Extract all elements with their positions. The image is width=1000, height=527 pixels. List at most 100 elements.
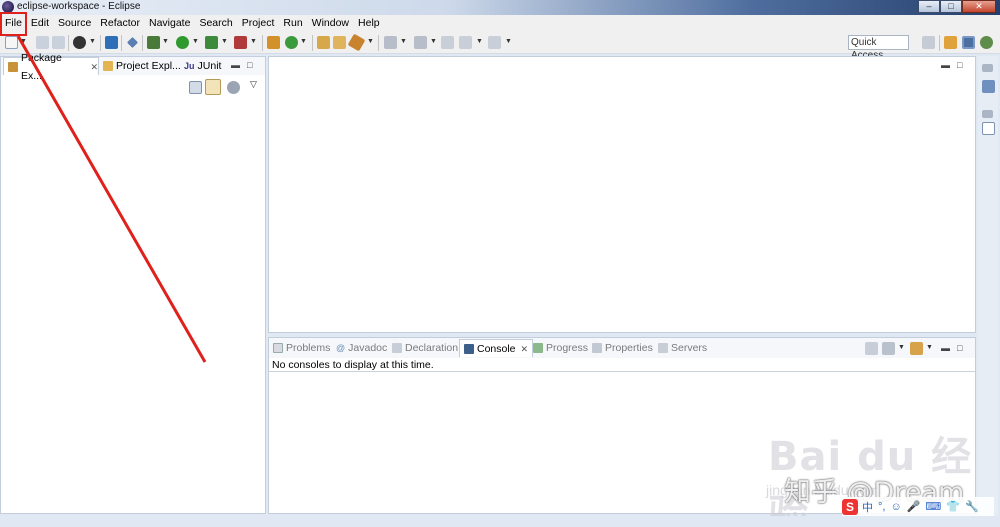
menu-refactor[interactable]: Refactor: [95, 15, 144, 32]
project-explorer-icon: [103, 61, 113, 71]
maximize-view-icon[interactable]: □: [957, 343, 962, 353]
tab-problems[interactable]: Problems: [273, 339, 330, 357]
menu-navigate[interactable]: Navigate: [144, 15, 194, 32]
java-perspective-icon[interactable]: [962, 36, 975, 49]
tools-icon[interactable]: 🔧: [965, 500, 979, 513]
view-menu-icon[interactable]: ▽: [250, 79, 257, 90]
new-dropdown-arrow-icon[interactable]: ▼: [20, 38, 27, 45]
search-dropdown-arrow-icon[interactable]: ▼: [367, 38, 374, 45]
close-icon[interactable]: ✕: [521, 340, 529, 358]
debug-icon[interactable]: [147, 36, 160, 49]
chinese-mode-icon[interactable]: 中: [862, 499, 873, 515]
minimize-view-icon[interactable]: ▬: [941, 343, 950, 353]
menu-run[interactable]: Run: [278, 15, 306, 32]
last-edit-location-icon[interactable]: [441, 36, 454, 49]
display-console-icon[interactable]: [882, 342, 895, 355]
back-dropdown-arrow-icon[interactable]: ▼: [476, 38, 483, 45]
open-task-icon[interactable]: [333, 36, 346, 49]
voice-icon[interactable]: 🎤: [907, 500, 921, 513]
new-java-class-icon[interactable]: [285, 36, 298, 49]
skin-icon[interactable]: 👕: [946, 500, 960, 513]
status-bar: [0, 516, 1000, 527]
skip-breakpoints-icon[interactable]: [126, 36, 139, 49]
tab-junit-label: JUnit: [197, 60, 222, 72]
toolbar-separator: [378, 35, 379, 51]
tab-console[interactable]: Console ✕: [459, 339, 534, 358]
menu-help[interactable]: Help: [353, 15, 384, 32]
menu-source[interactable]: Source: [53, 15, 95, 32]
link-with-editor-icon[interactable]: [205, 79, 221, 95]
task-list-icon[interactable]: [982, 122, 995, 135]
tab-project-explorer[interactable]: Project Expl...: [101, 57, 181, 75]
save-all-icon[interactable]: [52, 36, 65, 49]
profile-dropdown-arrow-icon[interactable]: ▼: [89, 38, 96, 45]
toolbar-separator: [121, 35, 122, 51]
servers-icon: [658, 343, 668, 353]
tab-progress[interactable]: Progress: [533, 339, 588, 357]
restore-icon[interactable]: [982, 64, 993, 72]
menu-edit[interactable]: Edit: [26, 15, 53, 32]
menu-project[interactable]: Project: [237, 15, 279, 32]
forward-dropdown-arrow-icon[interactable]: ▼: [505, 38, 512, 45]
tab-properties[interactable]: Properties: [592, 339, 653, 357]
debug-perspective-icon[interactable]: [980, 36, 993, 49]
new-console-dropdown-icon[interactable]: ▼: [926, 344, 933, 351]
maximize-editor-icon[interactable]: □: [957, 60, 962, 70]
menu-search[interactable]: Search: [194, 15, 236, 32]
maximize-button[interactable]: □: [940, 0, 962, 13]
next-annotation-icon[interactable]: [384, 36, 397, 49]
editor-area: ▬ □: [268, 56, 976, 333]
tab-properties-label: Properties: [605, 342, 653, 354]
focus-on-task-icon[interactable]: [227, 81, 240, 94]
new-java-package-icon[interactable]: [267, 36, 280, 49]
tab-package-explorer[interactable]: Package Ex... ✕: [3, 52, 99, 82]
close-window-button[interactable]: ✕: [962, 0, 996, 13]
coverage-icon[interactable]: [205, 36, 218, 49]
bottom-tab-bar: Problems @ Javadoc Declaration Console ✕…: [269, 338, 975, 358]
menu-window[interactable]: Window: [307, 15, 353, 32]
close-icon[interactable]: ✕: [90, 58, 98, 76]
open-perspective-icon[interactable]: [922, 36, 935, 49]
restore-icon[interactable]: [982, 110, 993, 118]
next-annotation-dropdown-arrow-icon[interactable]: ▼: [400, 38, 407, 45]
terminal-icon[interactable]: [105, 36, 118, 49]
minimize-button[interactable]: –: [918, 0, 940, 13]
external-tools-dropdown-arrow-icon[interactable]: ▼: [250, 38, 257, 45]
new-icon[interactable]: [5, 36, 18, 49]
tab-servers[interactable]: Servers: [658, 339, 707, 357]
java-ee-perspective-icon[interactable]: [944, 36, 957, 49]
minimize-view-icon[interactable]: ▬: [231, 60, 240, 70]
previous-annotation-dropdown-arrow-icon[interactable]: ▼: [430, 38, 437, 45]
search-flashlight-icon[interactable]: [347, 33, 366, 52]
back-arrow-icon[interactable]: [459, 36, 472, 49]
profile-icon[interactable]: [73, 36, 86, 49]
tab-junit[interactable]: Ju JUnit: [184, 57, 224, 75]
display-console-dropdown-icon[interactable]: ▼: [898, 344, 905, 351]
keyboard-icon[interactable]: ⌨: [925, 500, 941, 513]
open-type-icon[interactable]: [317, 36, 330, 49]
coverage-dropdown-arrow-icon[interactable]: ▼: [221, 38, 228, 45]
external-tools-icon[interactable]: [234, 36, 247, 49]
tab-declaration[interactable]: Declaration: [392, 339, 458, 357]
menu-bar: File Edit Source Refactor Navigate Searc…: [0, 15, 1000, 32]
new-console-icon[interactable]: [910, 342, 923, 355]
sogou-logo-icon[interactable]: S: [842, 498, 858, 515]
run-icon[interactable]: [176, 36, 189, 49]
forward-arrow-icon[interactable]: [488, 36, 501, 49]
punctuation-icon[interactable]: °,: [878, 501, 885, 513]
new-class-dropdown-arrow-icon[interactable]: ▼: [300, 38, 307, 45]
collapse-all-icon[interactable]: [189, 81, 202, 94]
previous-annotation-icon[interactable]: [414, 36, 427, 49]
quick-access-input[interactable]: Quick Access: [848, 35, 909, 61]
maximize-view-icon[interactable]: □: [247, 60, 252, 70]
open-console-icon[interactable]: [865, 342, 878, 355]
debug-dropdown-arrow-icon[interactable]: ▼: [162, 38, 169, 45]
tab-javadoc[interactable]: @ Javadoc: [336, 339, 387, 357]
tab-problems-label: Problems: [286, 342, 331, 354]
save-icon[interactable]: [36, 36, 49, 49]
emoji-icon[interactable]: ☺: [890, 501, 901, 513]
left-tab-bar: Package Ex... ✕ Project Expl... Ju JUnit…: [1, 52, 265, 82]
minimize-editor-icon[interactable]: ▬: [941, 60, 950, 70]
outline-icon[interactable]: [982, 80, 995, 93]
run-dropdown-arrow-icon[interactable]: ▼: [192, 38, 199, 45]
